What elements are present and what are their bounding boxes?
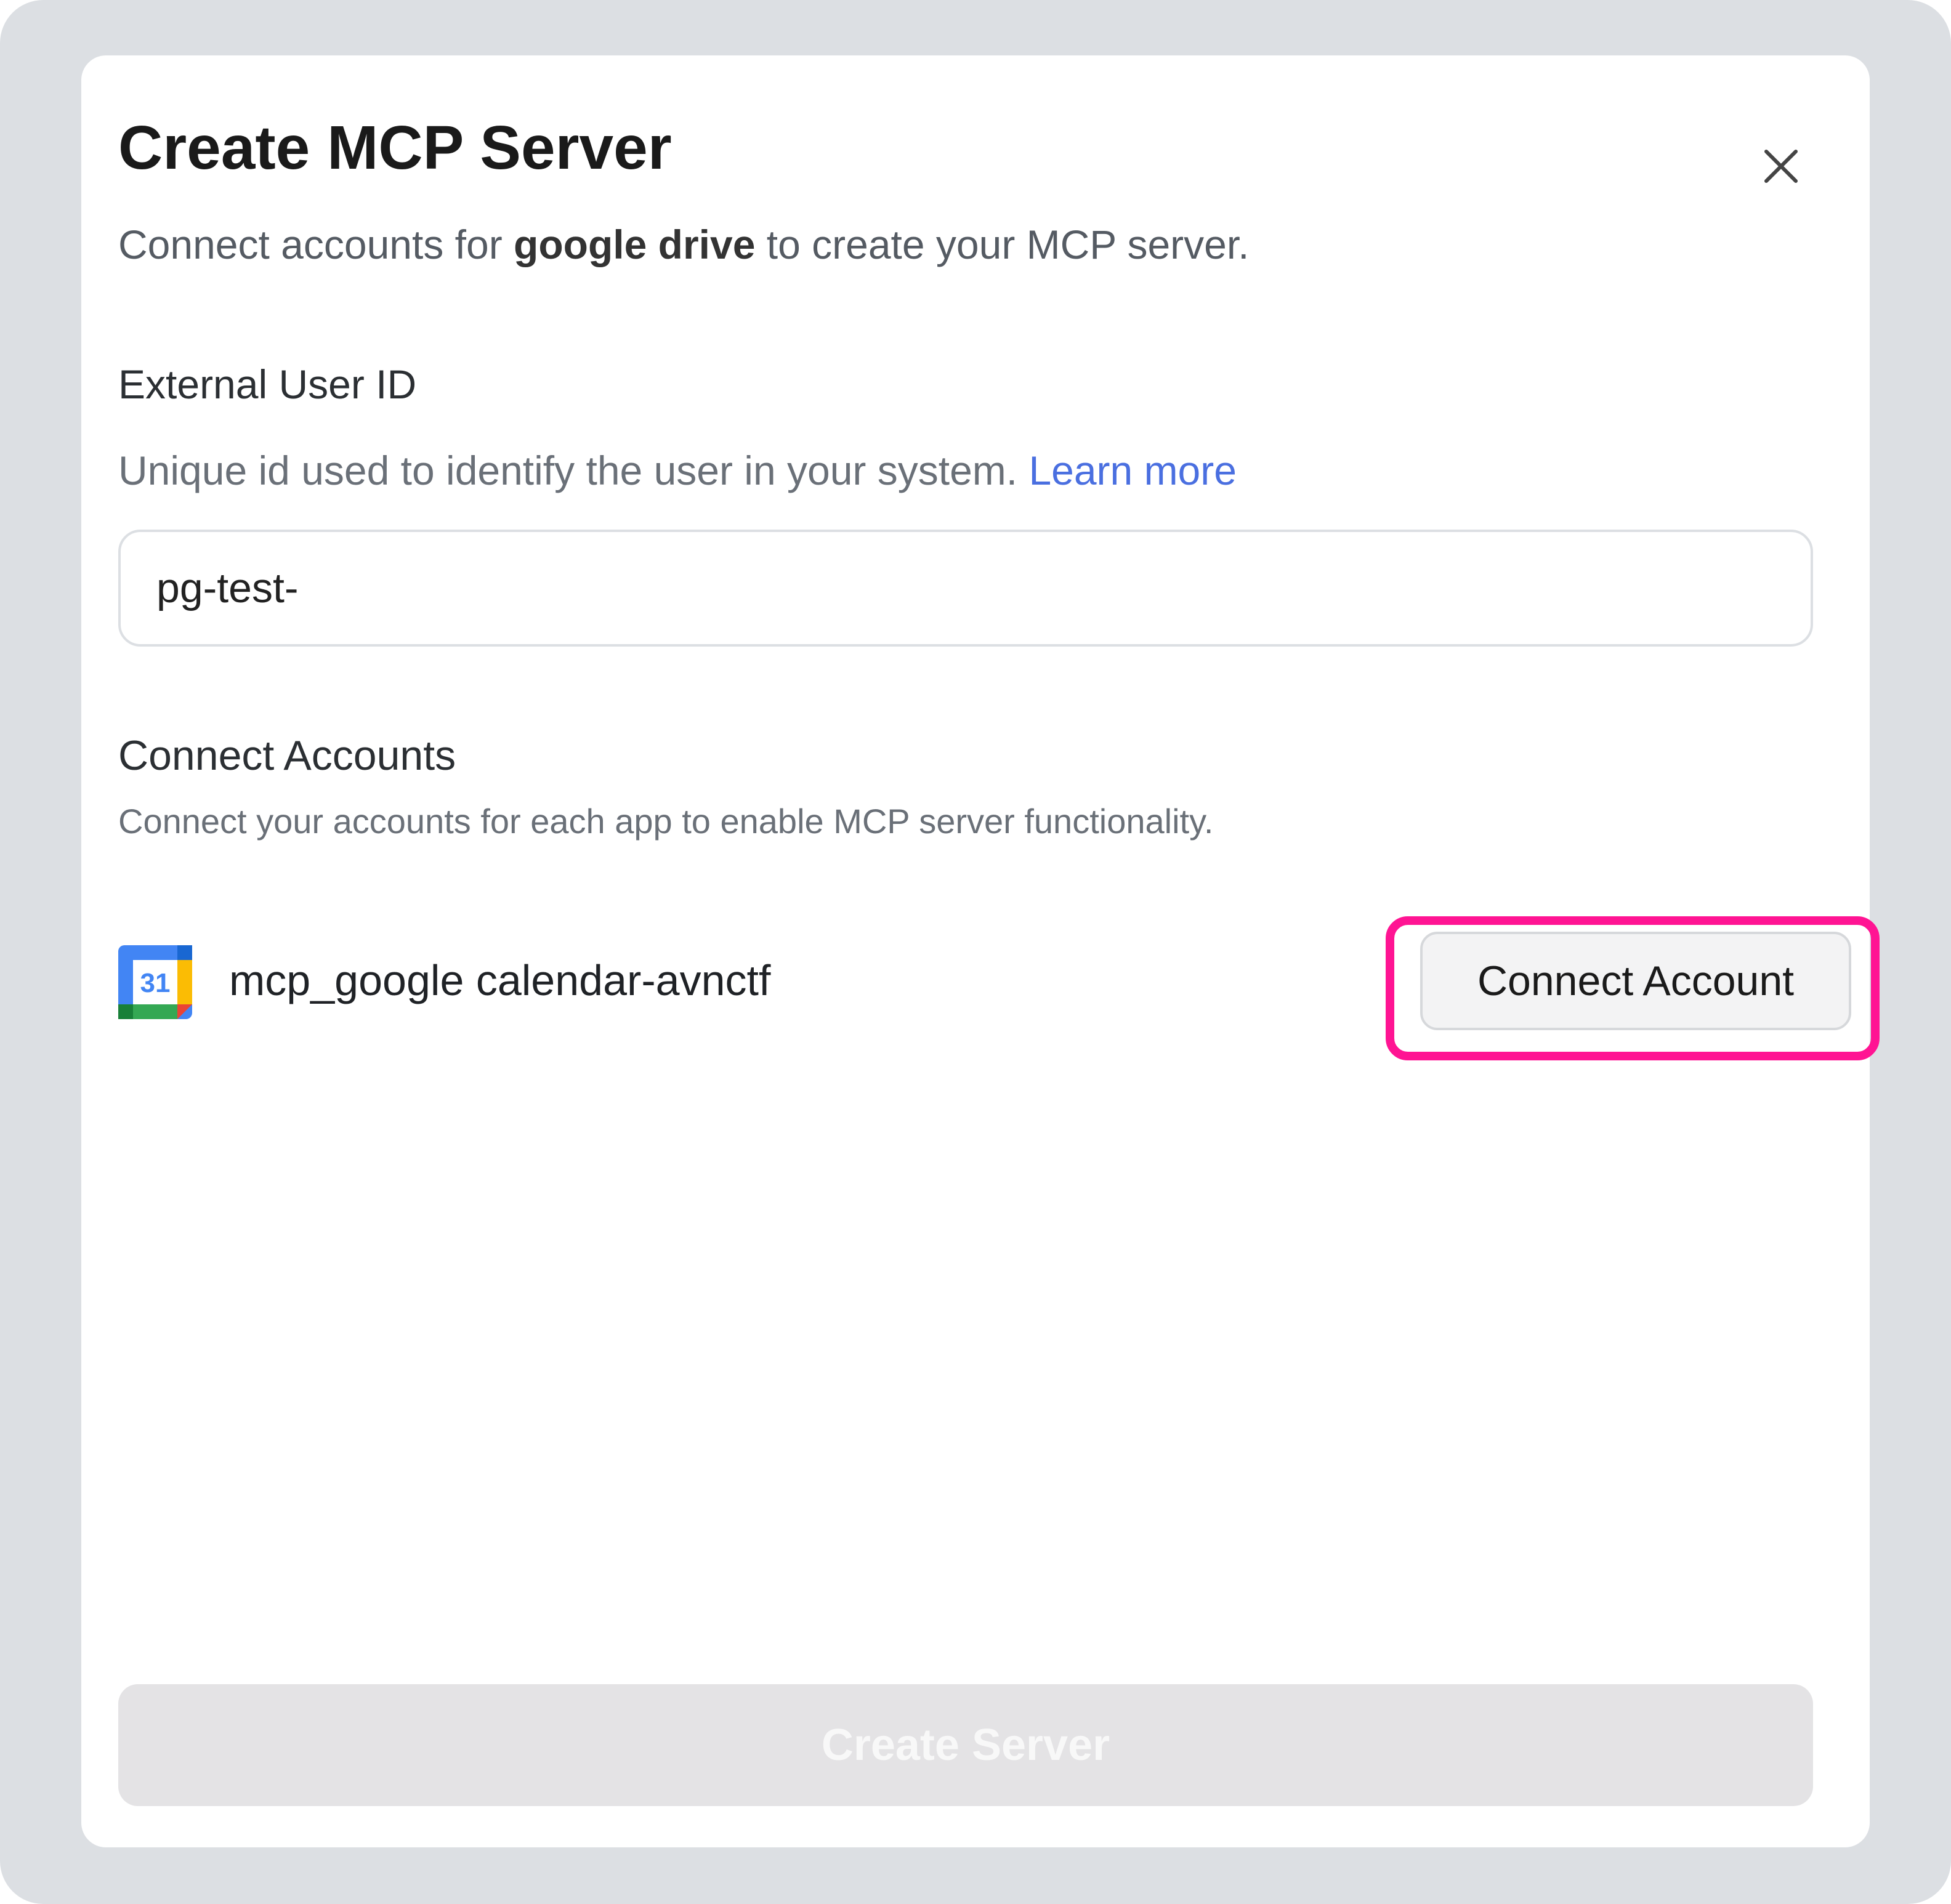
connect-account-button[interactable]: Connect Account bbox=[1420, 932, 1851, 1030]
create-server-button[interactable]: Create Server bbox=[118, 1684, 1813, 1806]
create-mcp-server-dialog: Create MCP Server Connect accounts for g… bbox=[81, 55, 1880, 1847]
learn-more-link[interactable]: Learn more bbox=[1028, 448, 1237, 493]
app-row: 31 mcp_google calendar-avnctf Connect Ac… bbox=[118, 916, 1880, 1060]
dialog-title: Create MCP Server bbox=[118, 113, 672, 182]
calendar-day-number: 31 bbox=[140, 968, 171, 998]
subtitle-app-name: google drive bbox=[514, 222, 756, 267]
close-button[interactable] bbox=[1744, 129, 1818, 203]
help-text: Unique id used to identify the user in y… bbox=[118, 448, 1029, 493]
connect-accounts-description: Connect your accounts for each app to en… bbox=[118, 802, 1214, 841]
subtitle-suffix: to create your MCP server. bbox=[755, 222, 1250, 267]
app-name: mcp_google calendar-avnctf bbox=[229, 956, 771, 1004]
google-calendar-icon: 31 bbox=[118, 945, 192, 1019]
close-icon bbox=[1764, 150, 1798, 183]
external-user-id-input[interactable] bbox=[118, 530, 1813, 647]
external-user-id-label: External User ID bbox=[118, 361, 417, 407]
screenshot-frame: Create MCP Server Connect accounts for g… bbox=[0, 0, 1951, 1904]
external-user-id-help: Unique id used to identify the user in y… bbox=[118, 446, 1237, 495]
dialog-subtitle: Connect accounts for google drive to cre… bbox=[118, 220, 1250, 269]
subtitle-prefix: Connect accounts for bbox=[118, 222, 514, 267]
connect-accounts-title: Connect Accounts bbox=[118, 732, 456, 779]
